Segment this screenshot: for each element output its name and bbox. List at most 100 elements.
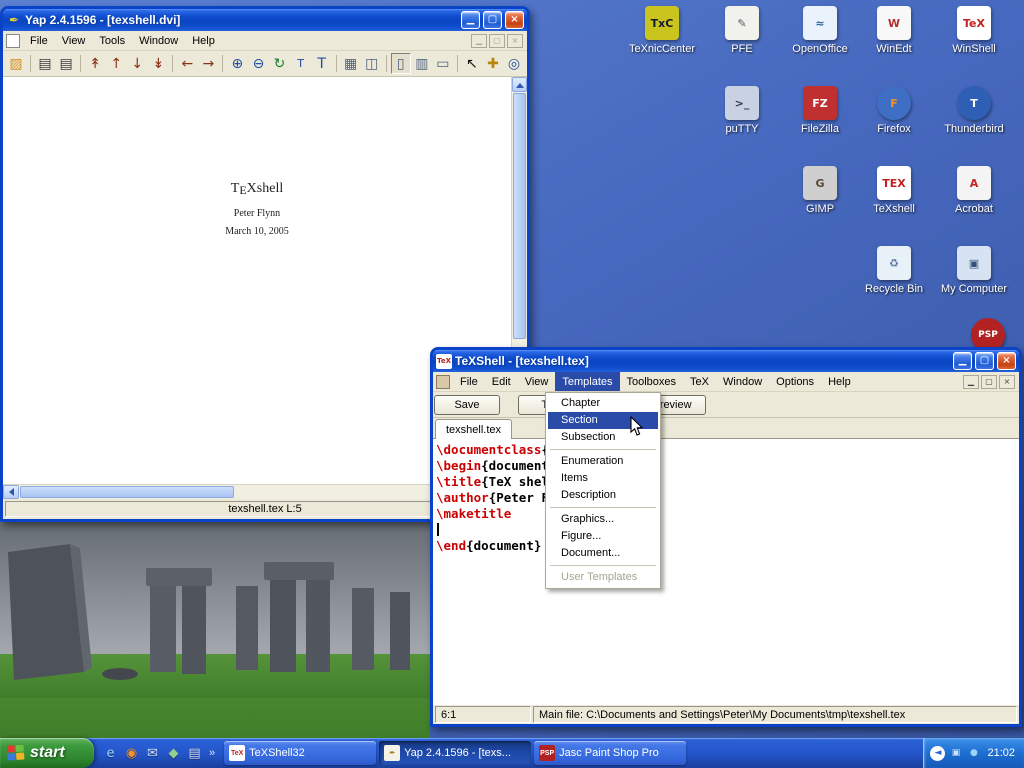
menu-toolboxes[interactable]: Toolboxes	[620, 372, 684, 391]
yap-close-button[interactable]: ×	[505, 11, 524, 29]
desktop-icon-filezilla[interactable]: FZFileZilla	[784, 86, 856, 135]
yap-maximize-button[interactable]: ▢	[483, 11, 502, 29]
menu-edit[interactable]: Edit	[485, 372, 518, 391]
first-page-icon[interactable]: ↟	[85, 53, 105, 74]
desktop-icon-texshell[interactable]: TEXTeXshell	[858, 166, 930, 215]
desktop-icon-label: Thunderbird	[938, 123, 1010, 135]
desktop-icon-gimp[interactable]: GGIMP	[784, 166, 856, 215]
zoom-out-icon[interactable]: ⊖	[248, 53, 268, 74]
menu-help[interactable]: Help	[821, 372, 858, 391]
texshell-window: TeX TeXShell - [texshell.tex] ▁ ▢ × File…	[430, 347, 1022, 727]
fit-width-icon[interactable]: ▭	[433, 53, 453, 74]
menu-window[interactable]: Window	[716, 372, 769, 391]
select-tool-icon[interactable]: ↖	[462, 53, 482, 74]
taskbar-button-texshell32[interactable]: TeXTeXShell32	[224, 741, 376, 765]
menu-file[interactable]: File	[453, 372, 485, 391]
templates-menu-item-chapter[interactable]: Chapter	[548, 395, 658, 412]
yap-menu-file[interactable]: File	[23, 31, 55, 50]
prev-page-icon[interactable]: ↑	[106, 53, 126, 74]
menu-separator	[550, 565, 656, 566]
menu-view[interactable]: View	[518, 372, 556, 391]
tray-icon-1[interactable]: ▣	[948, 746, 963, 761]
redraw-icon[interactable]: ↻	[270, 53, 290, 74]
texshell-titlebar[interactable]: TeX TeXShell - [texshell.tex] ▁ ▢ ×	[433, 350, 1019, 372]
texshell-minimize-button[interactable]: ▁	[953, 352, 972, 370]
mdi-minimize-button[interactable]: ▁	[963, 375, 979, 389]
magnifier-tool-icon[interactable]: ◎	[504, 53, 524, 74]
horizontal-scrollbar-thumb[interactable]	[20, 486, 234, 498]
yap-minimize-button[interactable]: ▁	[461, 11, 480, 29]
quick-launch-icon-5[interactable]: ▤	[186, 745, 203, 762]
quick-launch-icon-3[interactable]: ✉	[144, 745, 161, 762]
open-icon[interactable]: ▨	[6, 53, 26, 74]
scroll-up-button[interactable]	[512, 77, 527, 92]
yap-titlebar[interactable]: ✒ Yap 2.4.1596 - [texshell.dvi] ▁ ▢ ×	[3, 9, 527, 31]
desktop-icon-thunderbird[interactable]: T Thunderbird	[938, 86, 1010, 135]
filezilla-icon: FZ	[803, 86, 837, 120]
continuous-view-icon[interactable]: ▥	[412, 53, 432, 74]
desktop-icon-pfe[interactable]: ✎PFE	[706, 6, 778, 55]
templates-menu-item-description[interactable]: Description	[548, 487, 658, 504]
print-icon[interactable]: ▤	[35, 53, 55, 74]
back-icon[interactable]: ←	[177, 53, 197, 74]
mdi-restore-button[interactable]: ▢	[981, 375, 997, 389]
mdi-close-button[interactable]: ×	[999, 375, 1015, 389]
menu-tex[interactable]: TeX	[683, 372, 716, 391]
quick-launch-overflow-chevron[interactable]: »	[206, 747, 218, 759]
desktop-icon-firefox[interactable]: FFirefox	[858, 86, 930, 135]
yap-menu-tools[interactable]: Tools	[92, 31, 132, 50]
menu-options[interactable]: Options	[769, 372, 821, 391]
yap-menu-help[interactable]: Help	[185, 31, 222, 50]
menu-templates[interactable]: Templates	[555, 372, 619, 391]
up-arrow-icon	[516, 79, 524, 88]
templates-menu-item-document[interactable]: Document...	[548, 545, 658, 562]
scroll-left-button[interactable]	[3, 485, 19, 499]
desktop-icon-openoffice[interactable]: ≈OpenOffice	[784, 6, 856, 55]
editor-text: \author	[436, 490, 489, 505]
next-page-icon[interactable]: ↓	[127, 53, 147, 74]
single-page-icon[interactable]: ▯	[391, 53, 411, 74]
editor-text: \end	[436, 538, 466, 553]
mdi-minimize-button[interactable]: ▁	[471, 34, 487, 48]
tray-icon-2[interactable]: ●	[966, 746, 981, 761]
templates-menu-item-enumeration[interactable]: Enumeration	[548, 453, 658, 470]
zoom-in-icon[interactable]: ⊕	[227, 53, 247, 74]
hide-tray-icons-button[interactable]: ◄	[930, 746, 945, 761]
print-page-icon[interactable]: ▤	[56, 53, 76, 74]
two-page-icon[interactable]: ◫	[362, 53, 382, 74]
quick-launch-icon-1[interactable]: e	[102, 745, 119, 762]
desktop-icon-winshell[interactable]: TeXWinShell	[938, 6, 1010, 55]
desktop-icon-acrobat[interactable]: AAcrobat	[938, 166, 1010, 215]
thunderbird-icon: T	[957, 86, 991, 120]
forward-icon[interactable]: →	[198, 53, 218, 74]
yap-menu-view[interactable]: View	[55, 31, 93, 50]
texshell-maximize-button[interactable]: ▢	[975, 352, 994, 370]
last-page-icon[interactable]: ↡	[148, 53, 168, 74]
tab-texshell-tex[interactable]: texshell.tex	[435, 419, 512, 439]
desktop-icon-putty[interactable]: >_puTTY	[706, 86, 778, 135]
editor[interactable]: \documentclass{\begin{document\title{TeX…	[433, 439, 1019, 705]
yap-menu-window[interactable]: Window	[132, 31, 185, 50]
mdi-restore-button[interactable]: ▢	[489, 34, 505, 48]
texshell-close-button[interactable]: ×	[997, 352, 1016, 370]
quick-launch-icon-2[interactable]: ◉	[123, 745, 140, 762]
hand-tool-icon[interactable]: ✚	[483, 53, 503, 74]
taskbar-button-jasc-paint-shop-pro[interactable]: PSPJasc Paint Shop Pro	[534, 741, 686, 765]
desktop-icon-my-computer[interactable]: ▣My Computer	[938, 246, 1010, 295]
desktop-icon-winedt[interactable]: WWinEdt	[858, 6, 930, 55]
font-smaller-icon[interactable]: T	[291, 53, 311, 74]
font-larger-icon[interactable]: T	[312, 53, 332, 74]
quick-launch-icon-4[interactable]: ◆	[165, 745, 182, 762]
save-button[interactable]: Save	[434, 395, 500, 415]
winedt-icon: W	[877, 6, 911, 40]
templates-menu-item-figure[interactable]: Figure...	[548, 528, 658, 545]
start-button[interactable]: start	[0, 738, 94, 768]
desktop-icon-texniccenter[interactable]: TxCTeXnicCenter	[626, 6, 698, 55]
vertical-scrollbar-thumb[interactable]	[513, 93, 526, 339]
templates-menu-item-items[interactable]: Items	[548, 470, 658, 487]
templates-menu-item-graphics[interactable]: Graphics...	[548, 511, 658, 528]
mdi-close-button[interactable]: ×	[507, 34, 523, 48]
desktop-icon-recycle-bin[interactable]: ♻Recycle Bin	[858, 246, 930, 295]
taskbar-button-yap-2-4-1596-texs[interactable]: ✒Yap 2.4.1596 - [texs...	[379, 741, 531, 765]
page-overview-icon[interactable]: ▦	[341, 53, 361, 74]
